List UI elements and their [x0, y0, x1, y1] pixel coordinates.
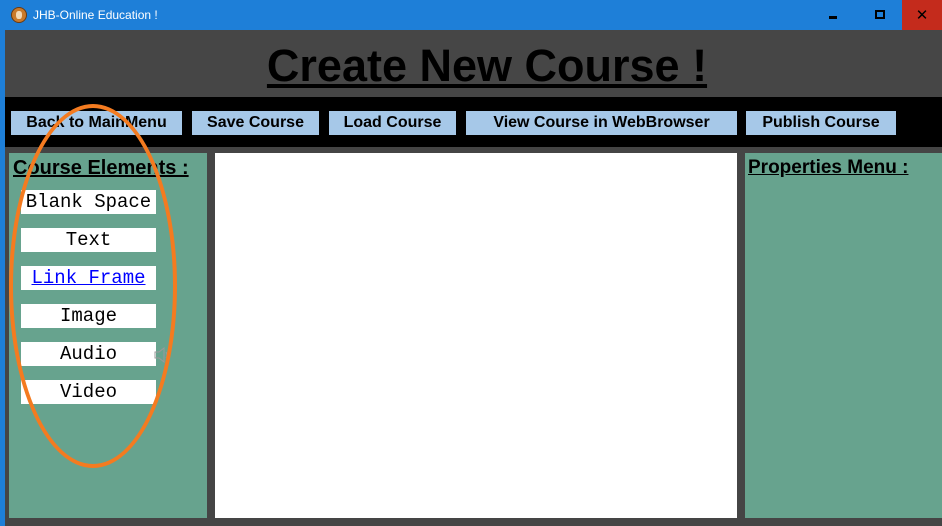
text-element[interactable]: Text — [21, 228, 156, 252]
course-canvas[interactable] — [215, 153, 737, 518]
image-element[interactable]: Image — [21, 304, 156, 328]
course-elements-panel: Course Elements : Blank Space Text Link … — [9, 153, 207, 518]
maximize-icon — [875, 10, 885, 19]
minimize-icon — [829, 16, 837, 19]
speaker-icon — [154, 347, 171, 363]
close-icon: ✕ — [915, 6, 929, 24]
close-button[interactable]: ✕ — [902, 0, 942, 30]
audio-element[interactable]: Audio — [21, 342, 171, 366]
load-course-button[interactable]: Load Course — [329, 111, 456, 135]
view-course-in-browser-button[interactable]: View Course in WebBrowser — [466, 111, 737, 135]
page-title: Create New Course ! — [266, 40, 708, 91]
blank-space-element[interactable]: Blank Space — [21, 190, 156, 214]
app-icon — [11, 7, 27, 23]
back-to-main-menu-button[interactable]: Back to MainMenu — [11, 111, 182, 135]
maximize-button[interactable] — [856, 0, 902, 30]
audio-element-label: Audio — [59, 343, 117, 365]
window-title: JHB-Online Education ! — [33, 8, 158, 22]
properties-panel: Properties Menu : — [745, 153, 942, 518]
video-element[interactable]: Video — [21, 380, 156, 404]
properties-heading: Properties Menu : — [748, 157, 909, 178]
link-frame-element[interactable]: Link Frame — [21, 266, 156, 290]
toolbar: Back to MainMenu Save Course Load Course… — [5, 97, 942, 147]
course-elements-heading: Course Elements : — [13, 157, 189, 179]
page-header: Create New Course ! — [5, 30, 942, 97]
title-bar: JHB-Online Education ! ✕ — [0, 0, 942, 30]
publish-course-button[interactable]: Publish Course — [746, 111, 896, 135]
save-course-button[interactable]: Save Course — [192, 111, 319, 135]
minimize-button[interactable] — [810, 0, 856, 30]
